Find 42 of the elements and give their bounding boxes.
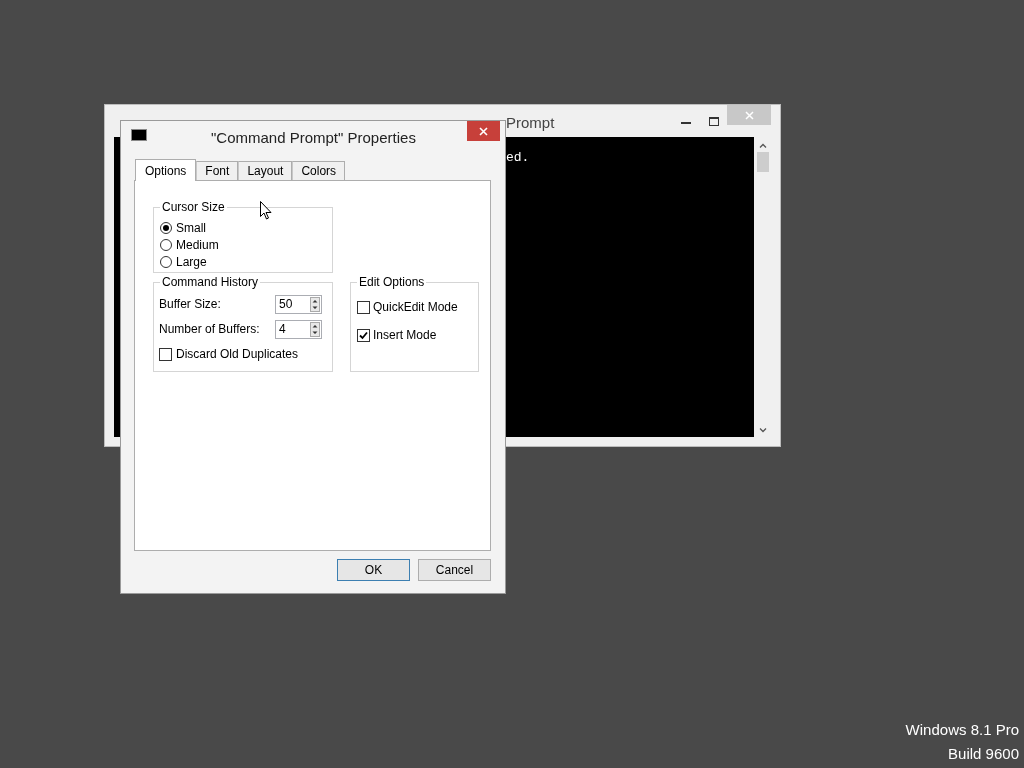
os-version-text: Build 9600: [948, 744, 1019, 764]
checkbox-label: Insert Mode: [373, 327, 437, 344]
tab[interactable]: Colors: [292, 161, 346, 180]
checkbox[interactable]: [159, 347, 172, 361]
dialog-button[interactable]: OK: [337, 559, 410, 581]
checkbox-label: QuickEdit Mode: [373, 299, 458, 316]
group-label: Edit Options: [357, 275, 427, 289]
field-label: Number of Buffers:: [159, 321, 260, 338]
radio-label: Large: [176, 254, 207, 271]
checkmark-icon: [359, 330, 368, 340]
radio-button[interactable]: [160, 239, 172, 251]
tab[interactable]: Font: [196, 161, 239, 180]
mouse-pointer-icon: [260, 201, 272, 220]
window-title: Prompt: [506, 113, 555, 133]
radio-button[interactable]: [160, 222, 172, 234]
tab[interactable]: Layout: [238, 161, 293, 180]
radio-label: Medium: [176, 237, 219, 254]
os-version-text: Windows 8.1 Pro: [905, 720, 1019, 740]
spinner-arrows-icon[interactable]: [310, 321, 320, 337]
spin-field[interactable]: 4: [275, 319, 322, 339]
scroll-up-icon[interactable]: [758, 143, 767, 148]
scroll-down-icon[interactable]: [758, 428, 767, 433]
checkbox-label: Discard Old Duplicates: [176, 346, 299, 363]
dialog-title: "Command Prompt" Properties: [211, 128, 416, 148]
maximize-icon[interactable]: [709, 116, 719, 126]
tab[interactable]: Options: [135, 159, 197, 181]
field-label: Buffer Size:: [159, 296, 221, 313]
close-icon: [479, 126, 488, 136]
spin-field[interactable]: 50: [275, 294, 322, 314]
radio-label: Small: [176, 220, 206, 237]
spinner-arrows-icon[interactable]: [310, 296, 320, 312]
console-text: ed.: [506, 149, 530, 167]
close-button[interactable]: [467, 121, 500, 141]
group-label: Command History: [160, 275, 261, 289]
checkbox[interactable]: [357, 300, 370, 314]
scroll-thumb[interactable]: [756, 152, 769, 172]
checkbox[interactable]: [357, 328, 370, 342]
app-icon: [131, 129, 147, 141]
dialog-button[interactable]: Cancel: [418, 559, 491, 581]
group-label: Cursor Size: [160, 200, 227, 214]
radio-button[interactable]: [160, 256, 172, 268]
close-icon: [744, 110, 754, 120]
